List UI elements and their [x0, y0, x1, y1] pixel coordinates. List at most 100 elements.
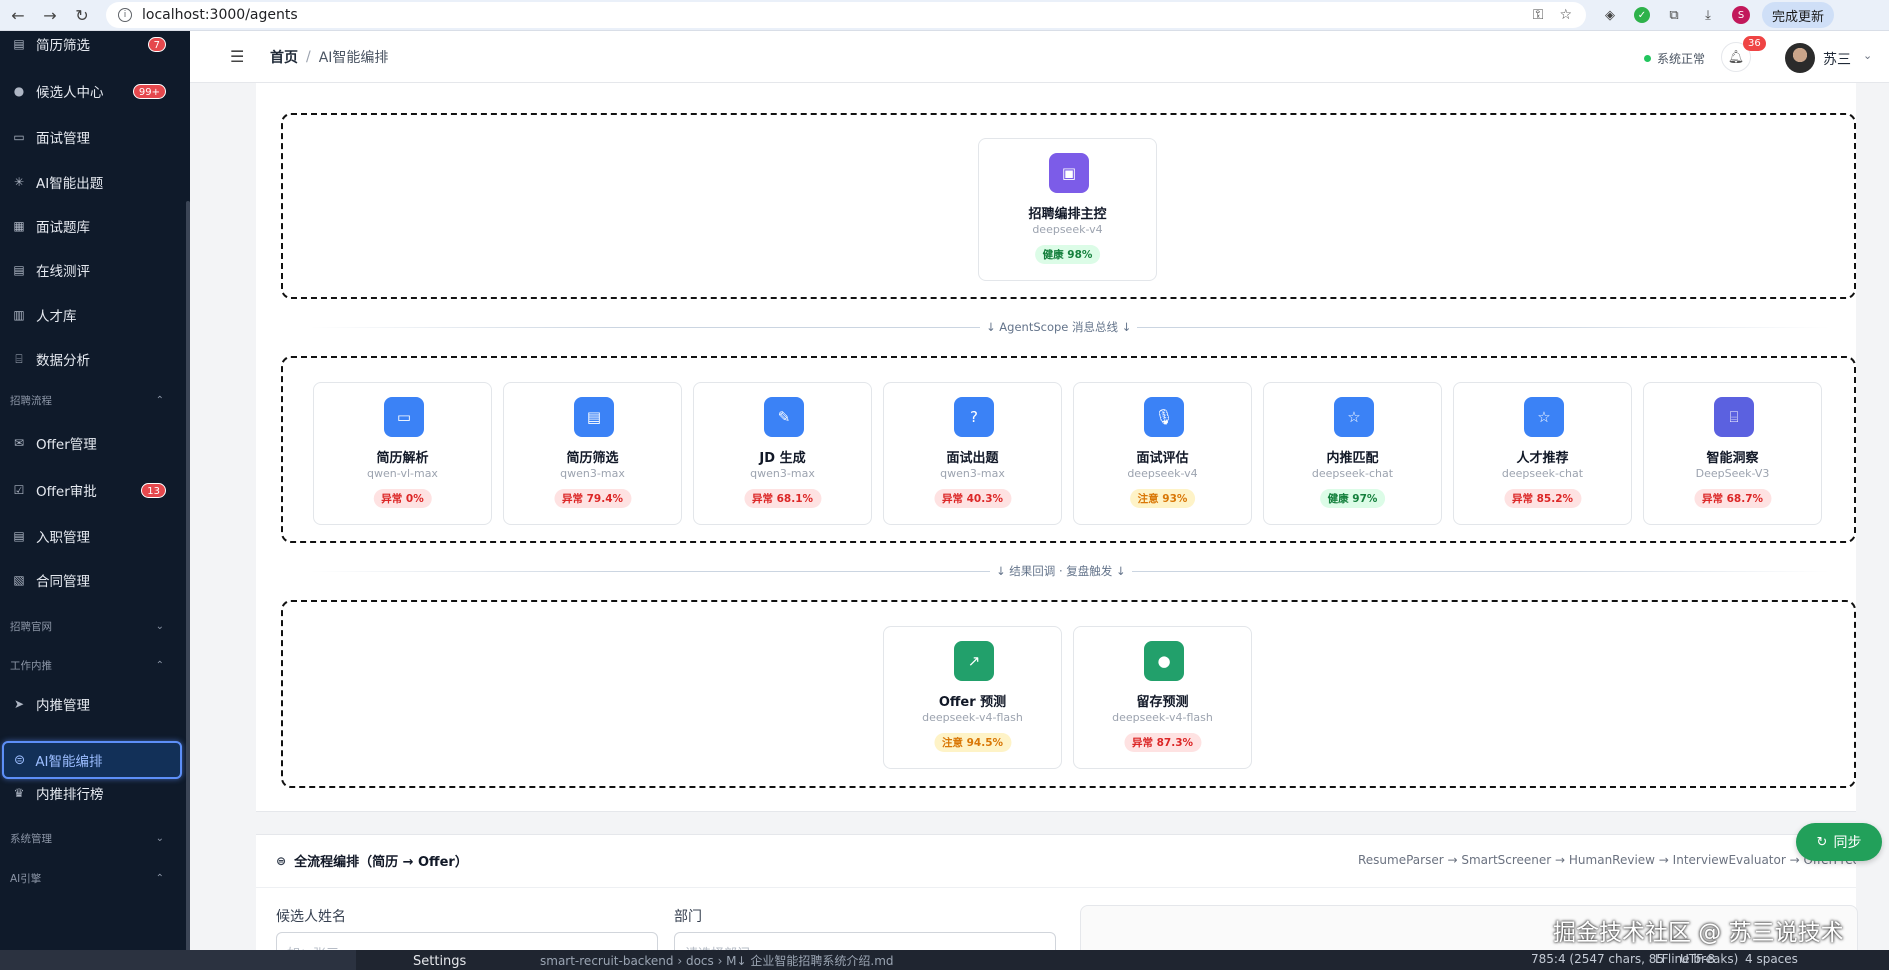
sidebar-item[interactable]: ▤ 入职管理: [0, 518, 186, 554]
sidebar-item-label: 在线测评: [36, 264, 90, 280]
site-info-icon[interactable]: i: [118, 8, 132, 22]
status-badge: 异常 87.3%: [1123, 733, 1202, 752]
ide-encoding[interactable]: UTF-8: [1680, 952, 1715, 966]
agent-model: qwen3-max: [940, 467, 1005, 480]
candidate-name-label: 候选人姓名: [276, 909, 346, 925]
filter-icon: ▤: [574, 397, 614, 437]
agent-card[interactable]: ▭ 简历解析 qwen-vl-max 异常 0%: [313, 382, 492, 525]
reload-icon[interactable]: ↻: [68, 1, 96, 29]
sidebar-item[interactable]: ▥ 人才库: [0, 297, 186, 333]
agent-card[interactable]: ↗ Offer 预测 deepseek-v4-flash 注意 94.5%: [883, 626, 1062, 769]
sidebar-group-header[interactable]: 系统管理 ⌄: [0, 826, 186, 850]
user-name[interactable]: 苏三: [1823, 49, 1851, 69]
sidebar-item-ai-orchestration[interactable]: ⊜ AI智能编排: [2, 741, 182, 779]
chevron-down-icon[interactable]: ⌄: [1863, 49, 1872, 62]
sidebar-item[interactable]: ✉ Offer管理: [0, 425, 186, 461]
agent-name: 留存预测: [1136, 695, 1189, 710]
agent-model: deepseek-v4: [1127, 467, 1198, 480]
agent-card[interactable]: ⌸ 智能洞察 DeepSeek-V3 异常 68.7%: [1643, 382, 1822, 525]
extension-icon[interactable]: ◈: [1600, 5, 1620, 25]
document-icon: ▤: [13, 37, 25, 51]
sidebar-item[interactable]: ➤ 内推管理: [0, 686, 186, 722]
sidebar-item[interactable]: ♛ 内推排行榜: [0, 775, 186, 811]
status-badge: 异常 0%: [373, 489, 432, 508]
agent-card[interactable]: ▣ 招聘编排主控 deepseek-v4 健康 98%: [978, 138, 1157, 281]
sidebar-item[interactable]: ▦ 面试题库: [0, 208, 186, 244]
sidebar-item[interactable]: ▭ 面试管理: [0, 119, 186, 155]
agent-name: 面试出题: [946, 451, 999, 466]
count-badge: 99+: [132, 83, 166, 99]
video-icon: ▭: [13, 130, 25, 144]
count-badge: 7: [147, 36, 166, 52]
file-icon: ▤: [13, 529, 25, 543]
agent-model: deepseek-v4: [1032, 223, 1103, 236]
agent-name: 简历解析: [376, 451, 429, 466]
address-bar[interactable]: i localhost:3000/agents ⚿ ☆: [106, 2, 1586, 28]
breadcrumb-separator: /: [306, 48, 311, 65]
sidebar-item[interactable]: ✳ AI智能出题: [0, 164, 186, 200]
agent-card[interactable]: 🎙︎ 面试评估 deepseek-v4 注意 93%: [1073, 382, 1252, 525]
trophy-icon: ♛: [13, 786, 25, 800]
back-icon[interactable]: ←: [4, 1, 32, 29]
forward-icon[interactable]: →: [36, 1, 64, 29]
group-label: 招聘流程: [10, 394, 52, 407]
agent-card[interactable]: ▤ 简历筛选 qwen3-max 异常 79.4%: [503, 382, 682, 525]
sidebar-group-header[interactable]: 招聘官网 ⌄: [0, 614, 186, 638]
agent-name: 面试评估: [1136, 451, 1189, 466]
question-icon: ?: [954, 397, 994, 437]
chevron-up-icon: ⌃: [155, 872, 164, 884]
clipboard-icon: ▤: [13, 263, 25, 277]
community-watermark: 掘金技术社区 @ 苏三说技术: [1553, 920, 1844, 946]
sidebar-group-header[interactable]: 招聘流程 ⌃: [0, 388, 186, 412]
status-dot-icon: [1644, 55, 1651, 62]
agent-card[interactable]: ● 留存预测 deepseek-v4-flash 异常 87.3%: [1073, 626, 1252, 769]
ide-settings-label[interactable]: Settings: [413, 954, 466, 969]
breadcrumb-home[interactable]: 首页: [270, 47, 298, 67]
chevron-down-icon: ⌄: [155, 620, 164, 632]
bookmark-star-icon[interactable]: ☆: [1559, 7, 1572, 23]
update-button[interactable]: 完成更新: [1762, 2, 1835, 28]
agent-card[interactable]: ? 面试出题 qwen3-max 异常 40.3%: [883, 382, 1062, 525]
menu-toggle-icon[interactable]: ☰: [230, 47, 246, 66]
sidebar-item[interactable]: ☑ Offer审批 13: [0, 472, 186, 508]
flow-path: ResumeParser → SmartScreener → HumanRevi…: [1358, 853, 1856, 867]
sidebar-group-header[interactable]: 工作内推 ⌃: [0, 653, 186, 677]
pen-icon: ✎: [764, 397, 804, 437]
sidebar-item[interactable]: ▧ 合同管理: [0, 562, 186, 598]
check-clipboard-icon: ☑: [13, 483, 25, 497]
url-text[interactable]: localhost:3000/agents: [142, 7, 298, 23]
sync-button[interactable]: ↻ 同步: [1796, 823, 1882, 861]
agent-name: 内推匹配: [1326, 451, 1379, 466]
agent-name: Offer 预测: [938, 695, 1007, 710]
sidebar-scrollbar[interactable]: [186, 201, 190, 961]
ide-indentation[interactable]: 4 spaces: [1745, 952, 1798, 966]
sidebar-group-header[interactable]: AI引擎 ⌃: [0, 866, 186, 890]
status-badge: 异常 68.1%: [743, 489, 822, 508]
sidebar-item[interactable]: ⌸ 数据分析: [0, 341, 186, 377]
agent-model: deepseek-v4-flash: [922, 711, 1023, 724]
mail-icon: ✉: [13, 436, 25, 450]
status-badge: 健康 98%: [1034, 245, 1101, 264]
agent-card[interactable]: ☆ 人才推荐 deepseek-chat 异常 85.2%: [1453, 382, 1632, 525]
sidebar-item[interactable]: ▤ 简历筛选 7: [0, 31, 186, 62]
agent-model: qwen3-max: [750, 467, 815, 480]
extension-check-icon[interactable]: ✓: [1634, 7, 1650, 23]
profile-avatar[interactable]: S: [1732, 6, 1750, 24]
avatar[interactable]: [1785, 43, 1815, 73]
agent-card[interactable]: ✎ JD 生成 qwen3-max 异常 68.1%: [693, 382, 872, 525]
sidebar-item[interactable]: ● 候选人中心 99+: [0, 73, 186, 109]
ide-line-ending[interactable]: LF: [1655, 952, 1669, 966]
sidebar-item-label: 内推排行榜: [36, 787, 104, 803]
chart-icon: ⌸: [15, 351, 23, 366]
download-icon[interactable]: ⤓: [1698, 5, 1718, 25]
status-badge: 异常 85.2%: [1503, 489, 1582, 508]
sidebar-item[interactable]: ▤ 在线测评: [0, 252, 186, 288]
puzzle-extensions-icon[interactable]: ⧉: [1664, 5, 1684, 25]
status-badge: 异常 79.4%: [553, 489, 632, 508]
folder-icon: ▭: [384, 397, 424, 437]
agent-model: deepseek-v4-flash: [1112, 711, 1213, 724]
chevron-up-icon: ⌃: [155, 659, 164, 671]
department-label: 部门: [674, 909, 702, 925]
password-key-icon[interactable]: ⚿: [1533, 7, 1544, 23]
agent-card[interactable]: ☆ 内推匹配 deepseek-chat 健康 97%: [1263, 382, 1442, 525]
